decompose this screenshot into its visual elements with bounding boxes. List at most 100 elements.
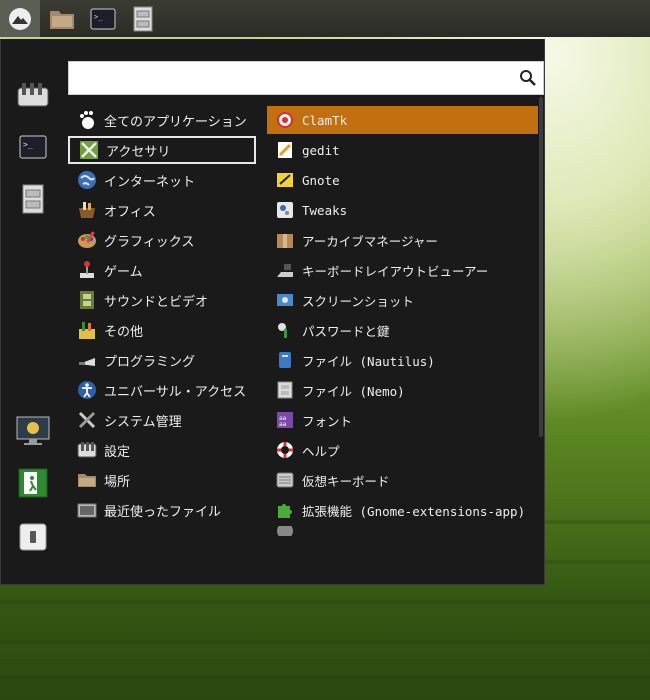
shutdown-button[interactable] — [13, 519, 53, 555]
app-files-nautilus[interactable]: ファイル (Nautilus) — [267, 346, 538, 374]
search-box — [68, 61, 544, 95]
category-label: グラフィックス — [104, 234, 195, 250]
lock-screen-icon — [16, 416, 50, 445]
category-label: インターネット — [104, 174, 196, 190]
svg-text:aa: aa — [279, 421, 287, 428]
folder-icon — [78, 474, 96, 487]
app-label: Gnote — [302, 172, 340, 188]
taskbar-files-button[interactable] — [42, 0, 82, 37]
favorite-terminal[interactable]: >_ — [13, 129, 53, 165]
folder-icon — [50, 10, 74, 29]
puzzle-icon — [278, 504, 292, 518]
scrollbar[interactable] — [538, 97, 544, 577]
exit-icon — [18, 468, 48, 498]
category-label: 全てのアプリケーション — [104, 114, 247, 130]
tweaks-icon — [277, 202, 293, 218]
app-clamtk[interactable]: ClamTk — [267, 106, 538, 134]
app-label: アーカイブマネージャー — [302, 233, 438, 249]
nemo-icon — [277, 381, 293, 399]
palette-icon — [78, 231, 96, 248]
category-recent-files[interactable]: 最近使ったファイル — [68, 496, 256, 524]
trowel-icon — [79, 358, 95, 366]
file-cabinet-icon — [133, 6, 153, 31]
app-passwords-keys[interactable]: パスワードと鍵 — [267, 316, 538, 344]
logout-button[interactable] — [13, 465, 53, 501]
category-label: オフィス — [104, 204, 156, 220]
app-extensions[interactable]: 拡張機能 (Gnome-extensions-app) — [267, 496, 538, 524]
category-places[interactable]: 場所 — [68, 466, 256, 494]
category-label: プログラミング — [104, 354, 196, 370]
category-graphics[interactable]: グラフィックス — [68, 226, 256, 254]
app-label: キーボードレイアウトビューアー — [302, 263, 489, 279]
category-label: 場所 — [104, 474, 131, 490]
app-gedit[interactable]: gedit — [267, 136, 538, 164]
category-office[interactable]: オフィス — [68, 196, 256, 224]
virtual-keyboard-icon — [276, 472, 294, 488]
nautilus-icon — [279, 352, 291, 368]
taskbar-cabinet-button[interactable] — [123, 0, 163, 37]
archive-icon — [277, 234, 293, 248]
office-icon — [79, 202, 95, 218]
app-label: 拡張機能 (Gnome-extensions-app) — [302, 503, 526, 519]
scrollbar-thumb[interactable] — [539, 97, 543, 437]
category-label: アクセサリ — [106, 144, 171, 160]
category-all-applications[interactable]: 全てのアプリケーション — [68, 106, 256, 134]
terminal-icon: >_ — [90, 8, 116, 29]
app-label: ファイル (Nemo) — [302, 383, 405, 399]
menu-button[interactable] — [0, 0, 40, 37]
category-universal-access[interactable]: ユニバーサル・アクセス — [68, 376, 256, 404]
favorite-settings[interactable] — [13, 77, 53, 113]
accessories-icon — [80, 141, 98, 159]
gedit-icon — [278, 142, 292, 158]
accessibility-icon — [78, 381, 96, 399]
app-gnote[interactable]: Gnote — [267, 166, 538, 194]
tools-icon — [78, 411, 96, 429]
category-other[interactable]: その他 — [68, 316, 256, 344]
svg-text:>_: >_ — [94, 13, 103, 21]
category-programming[interactable]: プログラミング — [68, 346, 256, 374]
app-label: 仮想キーボード — [302, 473, 390, 489]
category-label: ユニバーサル・アクセス — [104, 384, 247, 400]
search-icon[interactable] — [519, 69, 537, 87]
app-virtual-keyboard[interactable]: 仮想キーボード — [267, 466, 538, 494]
category-sound-video[interactable]: サウンドとビデオ — [68, 286, 256, 314]
app-help[interactable]: ヘルプ — [267, 436, 538, 464]
lifebuoy-icon — [277, 442, 293, 458]
settings-panel-icon — [17, 83, 49, 107]
app-label: スクリーンショット — [302, 293, 414, 309]
category-accessories[interactable]: アクセサリ — [68, 136, 256, 164]
gnote-icon — [277, 173, 293, 187]
app-files-nemo[interactable]: ファイル (Nemo) — [267, 376, 538, 404]
category-system-admin[interactable]: システム管理 — [68, 406, 256, 434]
search-input[interactable] — [75, 66, 509, 92]
app-archive-manager[interactable]: アーカイブマネージャー — [267, 226, 538, 254]
app-screenshot[interactable]: スクリーンショット — [267, 286, 538, 314]
app-label: ファイル (Nautilus) — [302, 353, 435, 369]
category-label: 最近使ったファイル — [104, 504, 222, 520]
taskbar: >_ — [0, 0, 650, 37]
power-icon — [19, 523, 47, 551]
application-menu: >_ 全てのアプリケーション アクセサリ インターネット オフィス グラフィック… — [0, 39, 545, 585]
category-label: その他 — [104, 324, 144, 340]
app-label: フォント — [302, 413, 353, 429]
app-label: ヘルプ — [302, 443, 340, 459]
lock-screen-button[interactable] — [13, 413, 53, 449]
gnome-foot-icon — [80, 111, 94, 129]
category-games[interactable]: ゲーム — [68, 256, 256, 284]
app-keyboard-layout-viewer[interactable]: キーボードレイアウトビューアー — [267, 256, 538, 284]
app-partial-next[interactable] — [267, 526, 538, 536]
svg-text:>_: >_ — [23, 140, 33, 149]
joystick-icon — [80, 261, 94, 278]
app-fonts[interactable]: aa aa フォント — [267, 406, 538, 434]
app-label: パスワードと鍵 — [302, 323, 390, 339]
file-cabinet-icon — [22, 184, 44, 214]
taskbar-terminal-button[interactable]: >_ — [83, 0, 123, 37]
category-settings[interactable]: 設定 — [68, 436, 256, 464]
clamtk-icon — [277, 112, 293, 128]
category-internet[interactable]: インターネット — [68, 166, 256, 194]
category-label: システム管理 — [104, 414, 182, 430]
favorite-file-cabinet[interactable] — [13, 181, 53, 217]
settings-icon — [77, 442, 97, 458]
font-icon: aaaa — [277, 412, 293, 428]
app-tweaks[interactable]: Tweaks — [267, 196, 538, 224]
